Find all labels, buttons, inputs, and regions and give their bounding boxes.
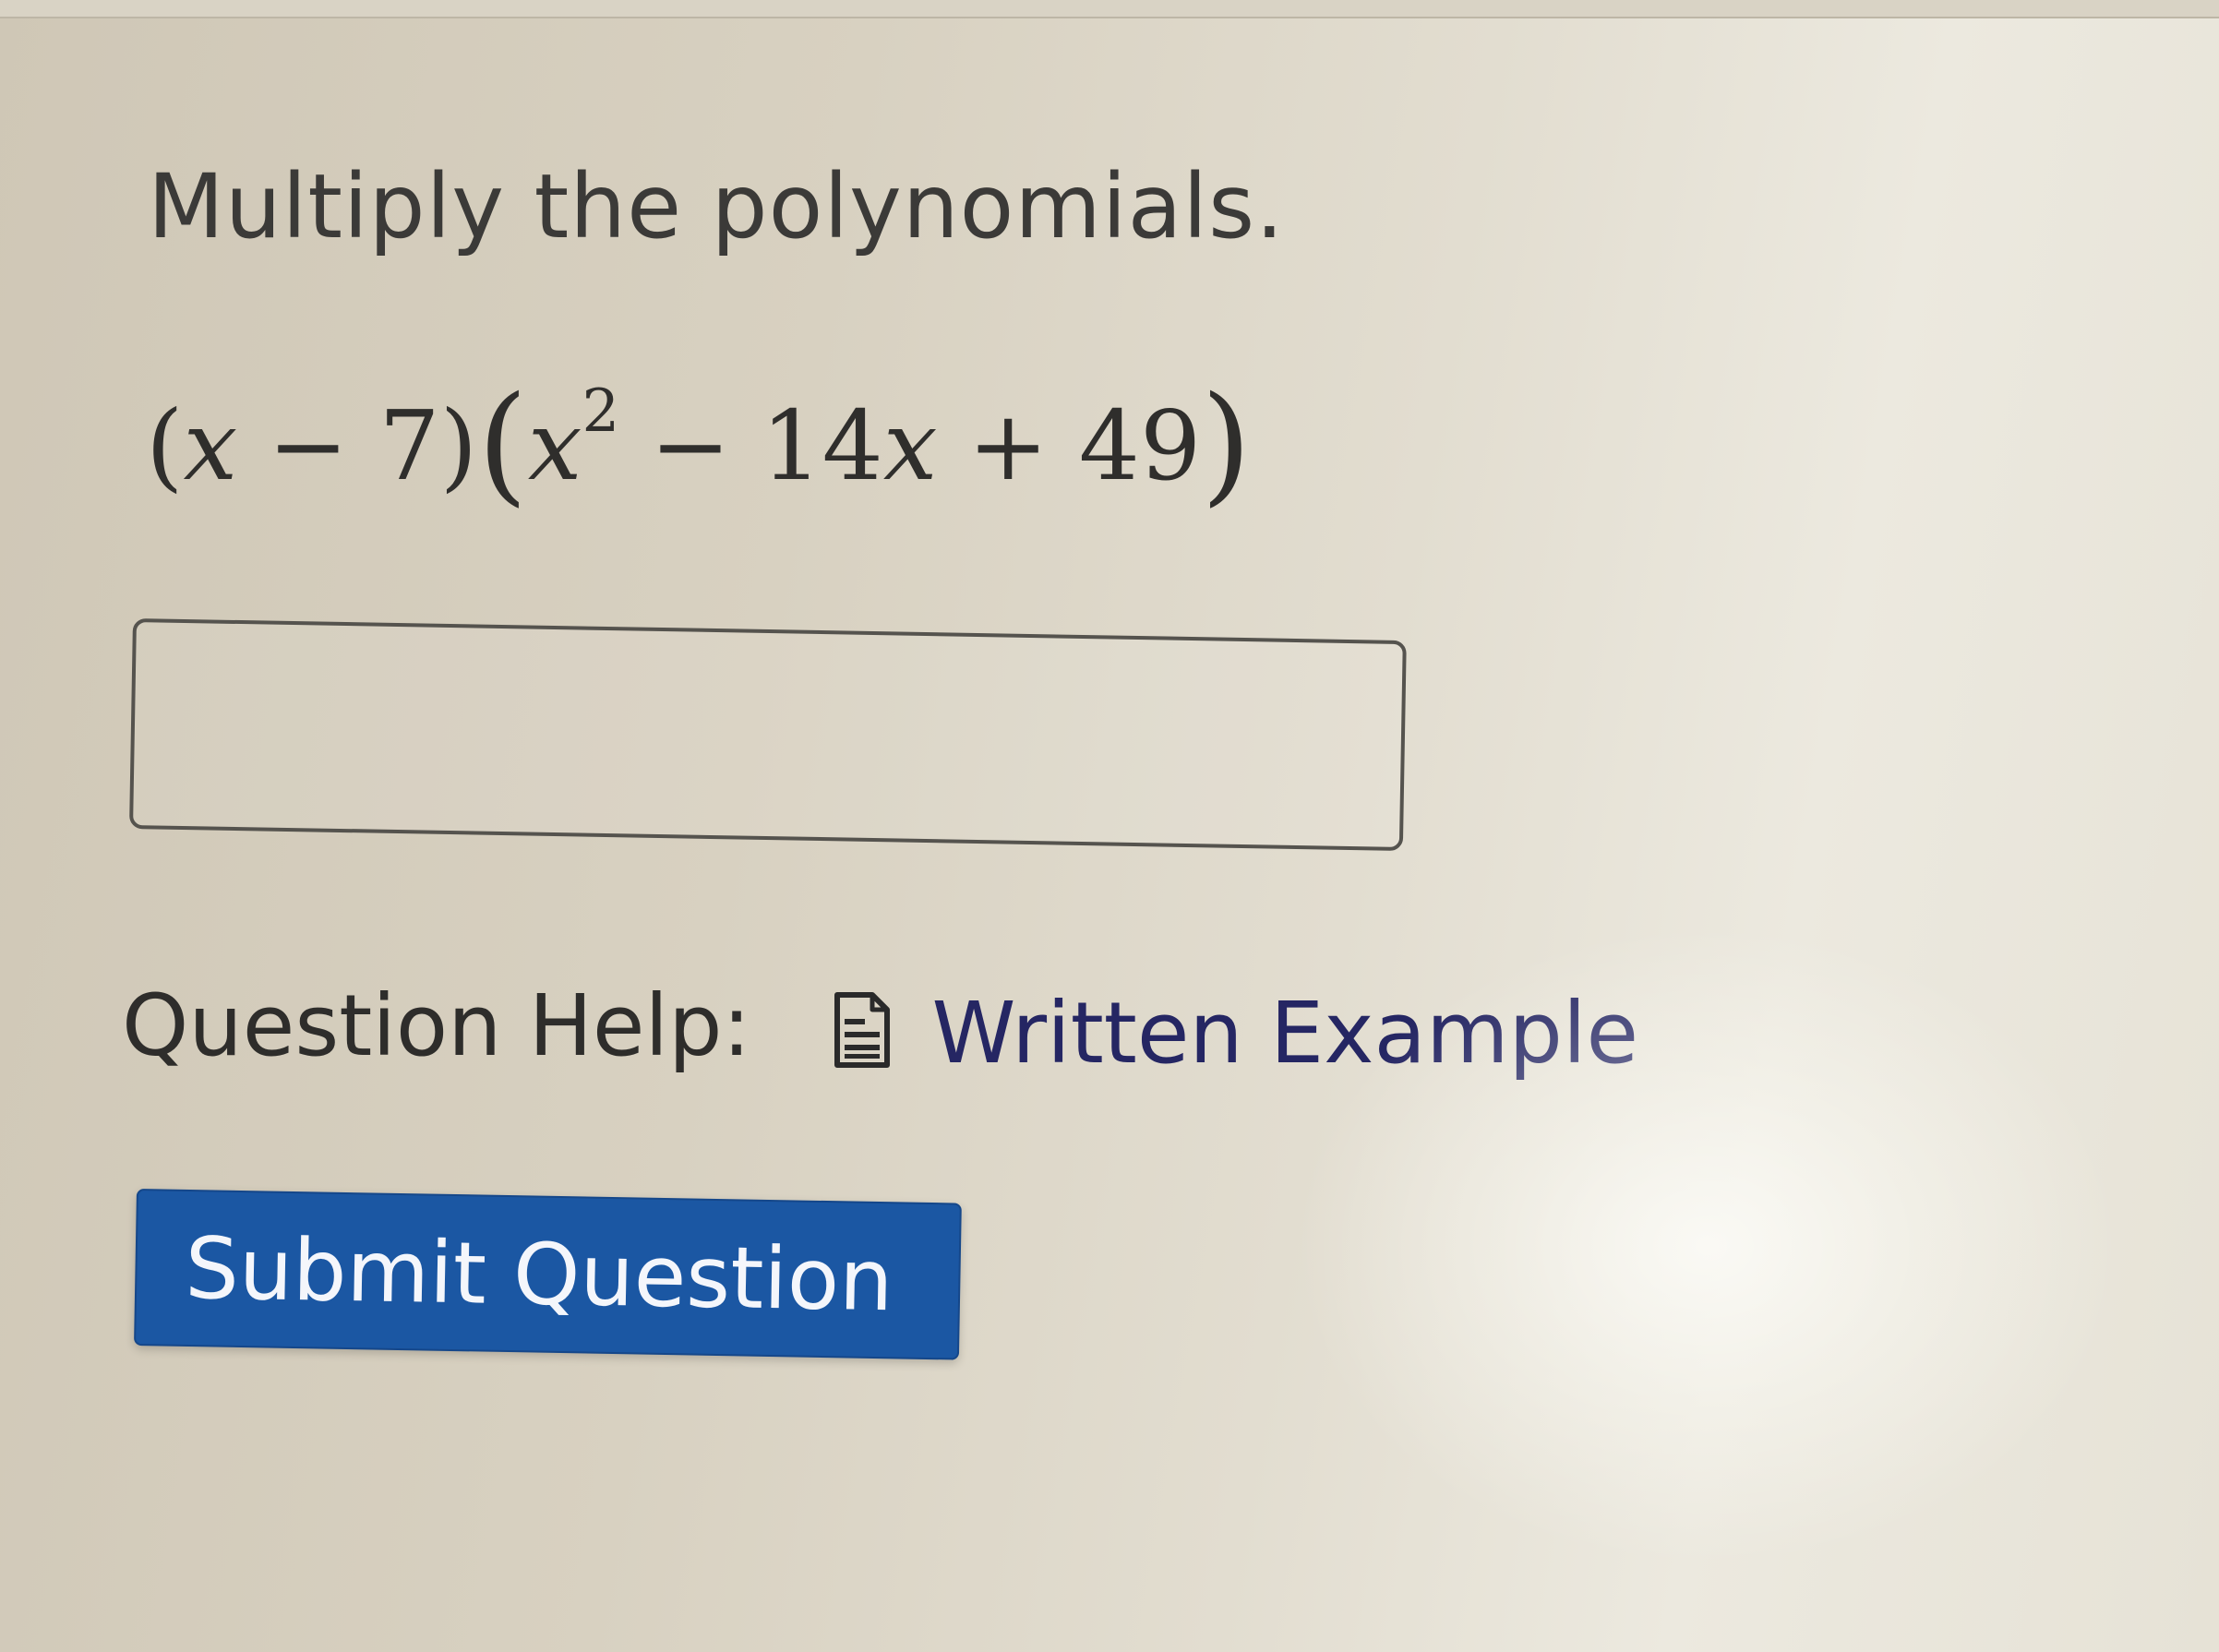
top-border bbox=[0, 0, 2219, 18]
paren-close: ) bbox=[1201, 369, 1252, 520]
question-prompt: Multiply the polynomials. bbox=[148, 155, 1285, 258]
operator: − bbox=[650, 389, 731, 502]
constant: 49 bbox=[1078, 389, 1202, 502]
question-help: Question Help: Written Example bbox=[122, 969, 1638, 1083]
submit-question-button[interactable]: Submit Question bbox=[134, 1189, 962, 1360]
constant: 7 bbox=[378, 389, 440, 502]
paren-close: ) bbox=[439, 389, 478, 502]
polynomial-expression: (x − 7)(x2 − 14x + 49) bbox=[146, 369, 1252, 520]
paren-open: ( bbox=[146, 389, 184, 502]
variable: x bbox=[527, 389, 582, 502]
coefficient: 14 bbox=[761, 389, 883, 502]
variable: x bbox=[183, 389, 238, 502]
answer-input[interactable] bbox=[129, 618, 1407, 852]
question-help-label: Question Help: bbox=[122, 976, 751, 1075]
variable: x bbox=[882, 389, 938, 502]
operator: − bbox=[268, 389, 349, 502]
written-example-link[interactable]: Written Example bbox=[931, 984, 1638, 1083]
exponent: 2 bbox=[582, 377, 620, 446]
operator: + bbox=[967, 389, 1049, 502]
paren-open: ( bbox=[477, 369, 528, 520]
document-icon[interactable] bbox=[832, 991, 893, 1071]
